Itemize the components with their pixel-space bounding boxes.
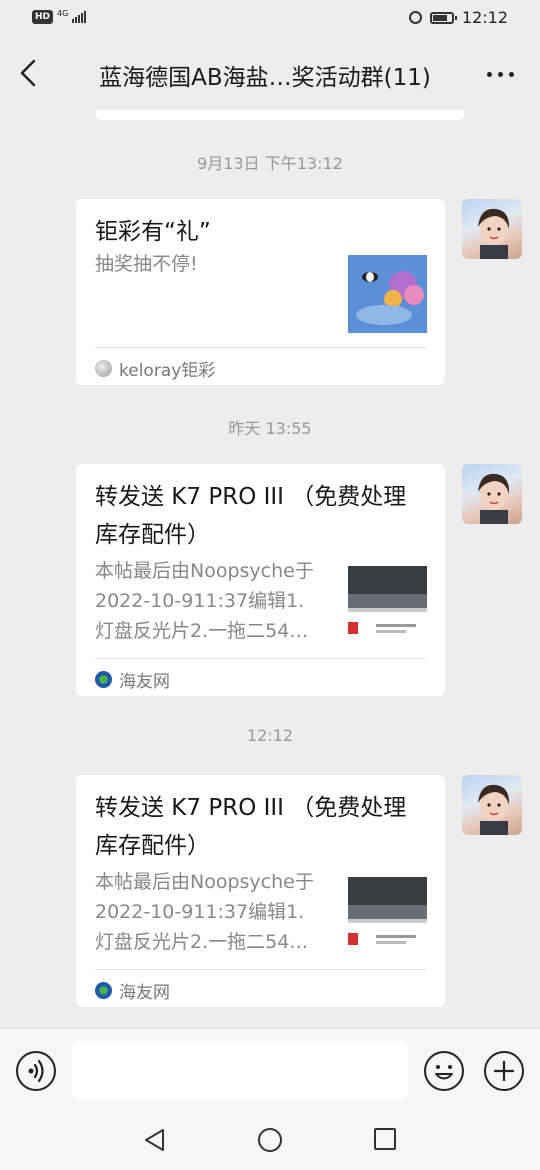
status-time: 12:12	[461, 8, 508, 27]
card-title: 钜彩有“礼”	[95, 219, 211, 245]
more-functions-button[interactable]	[484, 1051, 524, 1091]
card-description-line: 本帖最后由Noopsyche于	[95, 560, 314, 582]
card-title: 转发送 K7 PRO III （免费处理 库存配件）	[95, 789, 429, 865]
nav-home-icon[interactable]	[258, 1128, 282, 1152]
card-source: 海友网	[95, 978, 170, 1003]
emoji-button[interactable]	[424, 1051, 464, 1091]
avatar-image	[478, 473, 510, 524]
hd-badge: HD	[32, 10, 54, 24]
card-title-line: 转发送 K7 PRO III （免费处理	[95, 484, 407, 510]
card-title: 转发送 K7 PRO III （免费处理 库存配件）	[95, 478, 429, 554]
card-description: 抽奖抽不停!	[95, 253, 198, 275]
card-divider	[95, 347, 427, 348]
input-bar	[0, 1028, 540, 1111]
card-thumbnail	[348, 877, 427, 955]
more-icon-dot	[497, 71, 503, 77]
back-button[interactable]	[14, 56, 44, 90]
card-divider	[95, 658, 427, 659]
nav-back-icon	[145, 1129, 164, 1151]
emoji-icon	[435, 1065, 453, 1080]
message-card[interactable]: 转发送 K7 PRO III （免费处理 库存配件） 本帖最后由Noopsych…	[76, 775, 445, 1007]
message-card[interactable]: 转发送 K7 PRO III （免费处理 库存配件） 本帖最后由Noopsych…	[76, 464, 445, 696]
timestamp: 9月13日 下午13:12	[197, 154, 343, 173]
source-name: keloray钜彩	[119, 361, 216, 381]
card-source: 海友网	[95, 667, 170, 692]
source-name: 海友网	[119, 672, 170, 692]
card-description: 本帖最后由Noopsyche于 2022-10-911:37编辑1. 灯盘反光片…	[95, 867, 314, 957]
voice-button[interactable]	[16, 1051, 56, 1091]
voice-icon	[28, 1059, 44, 1083]
timestamp: 12:12	[246, 726, 294, 745]
nav-back-button[interactable]	[143, 1128, 167, 1156]
card-description-line: 灯盘反光片2.一拖二54…	[95, 620, 309, 642]
avatar-image	[478, 208, 510, 259]
card-title-line: 库存配件）	[95, 522, 210, 548]
avatar[interactable]	[462, 199, 522, 259]
message-input[interactable]	[72, 1041, 408, 1099]
more-icon	[486, 71, 492, 77]
avatar[interactable]	[462, 775, 522, 835]
card-description-line: 本帖最后由Noopsyche于	[95, 871, 314, 893]
card-thumbnail	[348, 566, 427, 644]
card-title-line: 转发送 K7 PRO III （免费处理	[95, 795, 407, 821]
nav-recent-icon[interactable]	[374, 1128, 396, 1150]
card-description-line: 灯盘反光片2.一拖二54…	[95, 931, 309, 953]
avatar-image	[478, 784, 510, 835]
card-description-line: 2022-10-911:37编辑1.	[95, 590, 305, 612]
battery-icon	[429, 11, 457, 24]
source-icon	[95, 982, 112, 999]
signal-icon	[72, 11, 87, 23]
card-description-line: 2022-10-911:37编辑1.	[95, 901, 305, 923]
alarm-icon	[408, 11, 422, 24]
source-name: 海友网	[119, 983, 170, 1003]
more-icon-dot	[508, 71, 514, 77]
network-label: 4G	[57, 9, 69, 18]
chat-title: 蓝海德国AB海盐…奖活动群(11)	[99, 65, 431, 91]
card-description: 本帖最后由Noopsyche于 2022-10-911:37编辑1. 灯盘反光片…	[95, 556, 314, 646]
status-left: HD 4G	[32, 9, 87, 24]
avatar[interactable]	[462, 464, 522, 524]
message-card[interactable]: 钜彩有“礼” 抽奖抽不停! keloray钜彩	[76, 199, 445, 385]
previous-message-card[interactable]	[96, 110, 464, 120]
system-nav-bar	[0, 1110, 540, 1170]
timestamp: 昨天 13:55	[228, 419, 312, 438]
card-title-line: 库存配件）	[95, 833, 210, 859]
source-icon	[95, 671, 112, 688]
chat-area[interactable]: 9月13日 下午13:12 钜彩有“礼” 抽奖抽不停! keloray钜彩 昨天…	[0, 110, 540, 1028]
more-button[interactable]	[480, 60, 520, 88]
chat-header: 蓝海德国AB海盐…奖活动群(11)	[0, 40, 540, 110]
plus-icon	[494, 1061, 514, 1081]
source-icon	[95, 360, 112, 377]
card-thumbnail	[348, 255, 427, 333]
status-right: 12:12	[408, 8, 508, 27]
status-bar: HD 4G 12:12	[0, 0, 540, 36]
back-arrow-icon	[20, 59, 36, 87]
card-source: keloray钜彩	[95, 356, 215, 381]
card-divider	[95, 969, 427, 970]
